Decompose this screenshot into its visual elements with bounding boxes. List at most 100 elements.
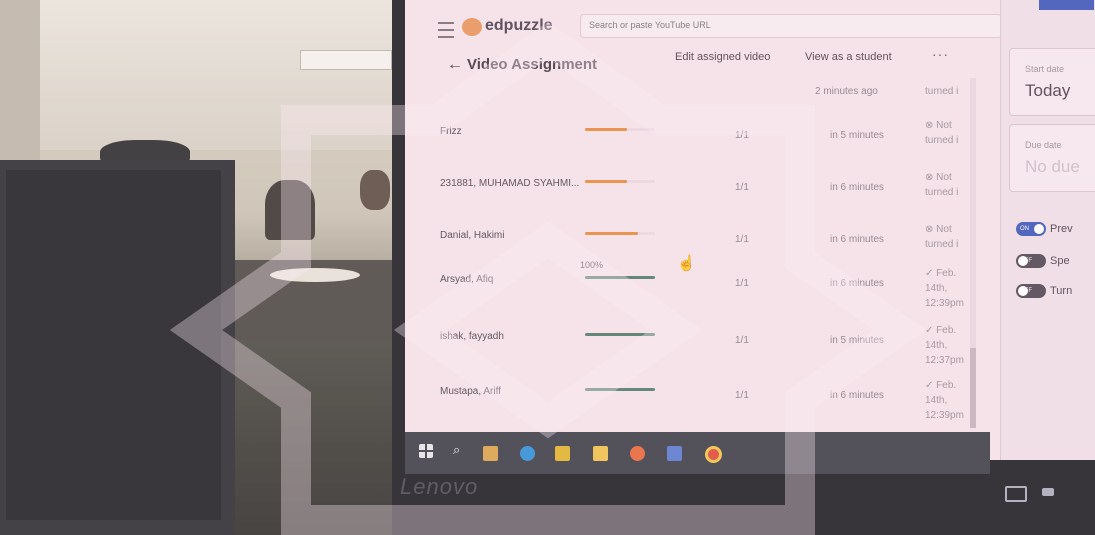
table-row[interactable]: Frizz 1/1 in 5 minutes ⊗ Not turned i <box>425 98 980 154</box>
score-cell: 1/1 <box>735 390 749 401</box>
check-icon: ✓ <box>925 268 934 279</box>
not-turned-in-icon: ⊗ <box>925 120 934 131</box>
student-person <box>360 170 390 210</box>
table-row[interactable]: Arsyad, Afiq 100% 1/1 in 6 minutes ✓ Feb. 14… <box>425 246 980 309</box>
search-icon[interactable]: ⌕ <box>453 442 460 458</box>
folder-icon[interactable] <box>593 446 608 461</box>
status-cell: ⊗ Not turned i <box>925 170 975 200</box>
progress-bar-fill <box>585 388 655 391</box>
search-input[interactable] <box>581 15 997 35</box>
menu-icon[interactable] <box>438 22 454 38</box>
more-options-icon[interactable]: ··· <box>932 46 949 62</box>
edpuzzle-logo-icon[interactable] <box>462 18 482 36</box>
student-name[interactable]: ishak, fayyadh <box>440 331 504 342</box>
progress-bar-fill <box>585 232 638 235</box>
windows-start-icon[interactable] <box>419 444 433 458</box>
toggle-label: Spe <box>1050 254 1070 267</box>
check-icon: ✓ <box>925 380 934 391</box>
student-name[interactable]: Arsyad, Afiq <box>440 274 493 285</box>
not-turned-in-icon: ⊗ <box>925 172 934 183</box>
chrome-icon[interactable] <box>705 446 722 463</box>
ceiling-light <box>300 50 392 70</box>
time-cell: in 5 minutes <box>830 335 884 346</box>
table-row[interactable]: Mustapa, Ariff 1/1 in 6 minutes ✓ Feb. 14th… <box>425 358 980 421</box>
foreground-monitor-screen <box>6 170 221 520</box>
time-cell: in 6 minutes <box>830 390 884 401</box>
time-cell: in 6 minutes <box>830 278 884 289</box>
setting-toggle-row[interactable]: ON Prev <box>1016 222 1073 236</box>
student-name[interactable]: Danial, Hakimi <box>440 230 504 241</box>
status-cell: turned i <box>925 86 959 97</box>
assignment-settings-panel: Start date Today Due date No due ON Prev O… <box>1000 0 1095 460</box>
student-name[interactable]: 231881, MUHAMAD SYAHMI... <box>440 178 579 189</box>
time-cell: in 6 minutes <box>830 234 884 245</box>
toggle-switch[interactable]: OFF <box>1016 254 1046 268</box>
status-cell: ✓ Feb. 14th, 12:39pm <box>925 378 975 423</box>
edit-assigned-video-link[interactable]: Edit assigned video <box>675 51 770 63</box>
assign-button[interactable] <box>1039 0 1094 10</box>
toggle-label: Turn <box>1050 284 1073 297</box>
student-table: 2 minutes ago turned i Frizz 1/1 in 5 minu… <box>425 78 980 438</box>
start-date-label: Start date <box>1025 64 1065 74</box>
progress-bar-fill <box>585 276 655 279</box>
progress-bar <box>585 180 655 183</box>
progress-bar-fill <box>585 333 655 336</box>
store-icon[interactable] <box>483 446 498 461</box>
network-icon <box>1042 488 1054 496</box>
score-cell: 1/1 <box>735 278 749 289</box>
score-cell: 1/1 <box>735 130 749 141</box>
student-person <box>265 180 315 240</box>
table-row[interactable]: 231881, MUHAMAD SYAHMI... 1/1 in 6 minutes… <box>425 150 980 206</box>
scroll-thumb[interactable] <box>970 348 976 428</box>
scrollbar[interactable] <box>970 78 976 428</box>
time-cell: in 6 minutes <box>830 182 884 193</box>
time-cell: 2 minutes ago <box>815 86 878 97</box>
not-turned-in-icon: ⊗ <box>925 224 934 235</box>
student-name[interactable]: Mustapa, Ariff <box>440 386 501 397</box>
progress-bar <box>585 128 655 131</box>
edpuzzle-screen: edpuzzle ← Video Assignment Edit assigne… <box>405 0 1095 460</box>
time-cell: in 5 minutes <box>830 130 884 141</box>
battery-icon <box>1005 486 1027 502</box>
view-as-student-link[interactable]: View as a student <box>805 51 892 63</box>
page-title: Video Assignment <box>467 56 598 73</box>
score-cell: 1/1 <box>735 182 749 193</box>
due-date-card[interactable]: Due date No due <box>1009 124 1095 192</box>
due-date-label: Due date <box>1025 140 1062 150</box>
status-cell: ⊗ Not turned i <box>925 118 975 148</box>
top-bar: edpuzzle <box>405 0 1002 45</box>
start-date-card[interactable]: Start date Today <box>1009 48 1095 116</box>
progress-bar <box>585 388 655 391</box>
dev-tool-icon[interactable] <box>667 446 682 461</box>
ceiling <box>0 0 420 150</box>
sticky-notes-icon[interactable] <box>555 446 570 461</box>
progress-bar <box>585 232 655 235</box>
progress-bar <box>585 276 655 279</box>
setting-toggle-row[interactable]: OFF Turn <box>1016 284 1072 298</box>
progress-bar-fill <box>585 128 627 131</box>
progress-bar <box>585 333 655 336</box>
monitor-brand-logo: Lenovo <box>400 474 479 499</box>
table-row[interactable]: ishak, fayyadh 1/1 in 5 minutes ✓ Feb. 14th… <box>425 303 980 366</box>
windows-taskbar: ⌕ <box>405 432 990 474</box>
toggle-switch[interactable]: ON <box>1016 222 1046 236</box>
hand-cursor-icon: ☝ <box>677 255 696 272</box>
logo-text[interactable]: edpuzzle <box>485 17 553 35</box>
toggle-switch[interactable]: OFF <box>1016 284 1046 298</box>
score-cell: 1/1 <box>735 234 749 245</box>
progress-bar-fill <box>585 180 627 183</box>
edge-icon[interactable] <box>520 446 535 461</box>
back-arrow-icon[interactable]: ← <box>447 56 463 74</box>
table-row[interactable]: 2 minutes ago turned i <box>425 78 980 97</box>
system-tray <box>1000 478 1095 513</box>
check-icon: ✓ <box>925 325 934 336</box>
score-cell: 1/1 <box>735 335 749 346</box>
search-box[interactable] <box>580 14 1002 38</box>
desk-top <box>270 268 360 282</box>
due-date-value: No due <box>1025 157 1080 176</box>
progress-percent: 100% <box>580 260 604 270</box>
firefox-icon[interactable] <box>630 446 645 461</box>
setting-toggle-row[interactable]: OFF Spe <box>1016 254 1070 268</box>
floor <box>230 340 410 535</box>
student-name[interactable]: Frizz <box>440 126 462 137</box>
